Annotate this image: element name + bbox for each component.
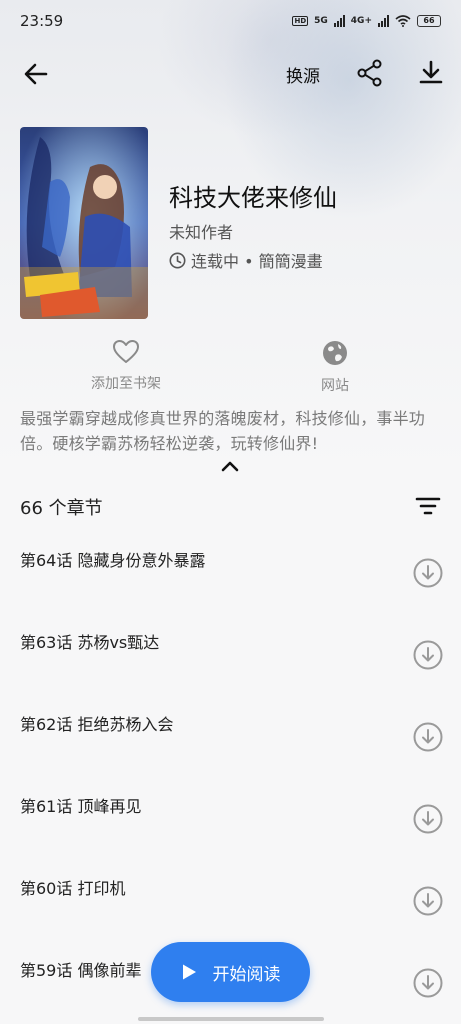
- chapter-title: 第60话 打印机: [20, 879, 126, 898]
- back-arrow-icon[interactable]: [20, 58, 52, 90]
- download-circle-icon[interactable]: [412, 557, 444, 589]
- globe-icon: [323, 341, 347, 365]
- chapter-count: 66 个章节: [20, 498, 103, 519]
- hd-icon: HD: [292, 16, 309, 26]
- share-icon[interactable]: [355, 58, 385, 88]
- book-title: 科技大佬来修仙: [169, 184, 337, 212]
- cover-artwork: [20, 127, 148, 319]
- change-source-button[interactable]: 换源: [286, 62, 320, 87]
- chapter-row[interactable]: 第63话 苏杨vs甄达: [0, 629, 461, 711]
- home-indicator[interactable]: [138, 1017, 324, 1021]
- chapter-title: 第62话 拒绝苏杨入会: [20, 715, 174, 734]
- chapter-row[interactable]: 第61话 顶峰再见: [0, 793, 461, 875]
- chapter-title: 第59话 偶像前辈: [20, 961, 142, 980]
- chapter-title: 第61话 顶峰再见: [20, 797, 142, 816]
- book-status: 连载中 • 簡簡漫畫: [169, 248, 323, 272]
- add-to-shelf-button[interactable]: 添加至书架: [66, 339, 186, 393]
- chapter-title: 第63话 苏杨vs甄达: [20, 633, 160, 652]
- heart-icon: [113, 340, 139, 363]
- signal-icon-2: [378, 15, 389, 27]
- website-button[interactable]: 网站: [275, 339, 395, 395]
- wifi-icon: [395, 15, 411, 27]
- chevron-up-icon[interactable]: [218, 456, 242, 476]
- signal-4g-label: 4G+: [350, 16, 372, 26]
- download-circle-icon[interactable]: [412, 967, 444, 999]
- signal-icon: [333, 15, 345, 27]
- download-circle-icon[interactable]: [412, 803, 444, 835]
- start-reading-label: 开始阅读: [212, 964, 281, 985]
- chapter-row[interactable]: 第64话 隐藏身份意外暴露: [0, 547, 461, 629]
- status-icons: HD 5G 4G+ 66: [292, 15, 441, 27]
- download-circle-icon[interactable]: [412, 721, 444, 753]
- clock-icon: [169, 252, 186, 268]
- signal-5g-label: 5G: [314, 16, 328, 26]
- download-circle-icon[interactable]: [412, 885, 444, 917]
- start-reading-button[interactable]: 开始阅读: [151, 942, 310, 1002]
- download-circle-icon[interactable]: [412, 639, 444, 671]
- book-cover[interactable]: [20, 127, 148, 319]
- status-bar: 23:59 HD 5G 4G+ 66: [0, 0, 461, 42]
- website-label: 网站: [321, 378, 349, 394]
- chapter-row[interactable]: 第62话 拒绝苏杨入会: [0, 711, 461, 793]
- download-icon[interactable]: [416, 58, 446, 88]
- toolbar: 换源: [0, 50, 461, 96]
- book-description: 最强学霸穿越成修真世界的落魄废材，科技修仙，事半功倍。硬核学霸苏杨轻松逆袭，玩转…: [20, 409, 426, 453]
- chapter-title: 第64话 隐藏身份意外暴露: [20, 551, 206, 570]
- book-author: 未知作者: [169, 223, 234, 242]
- battery-icon: 66: [417, 15, 441, 27]
- play-icon: [182, 964, 196, 980]
- add-to-shelf-label: 添加至书架: [91, 376, 161, 392]
- status-time: 23:59: [20, 12, 64, 30]
- filter-sort-icon[interactable]: [414, 494, 442, 518]
- book-status-text: 连载中 • 簡簡漫畫: [191, 252, 323, 271]
